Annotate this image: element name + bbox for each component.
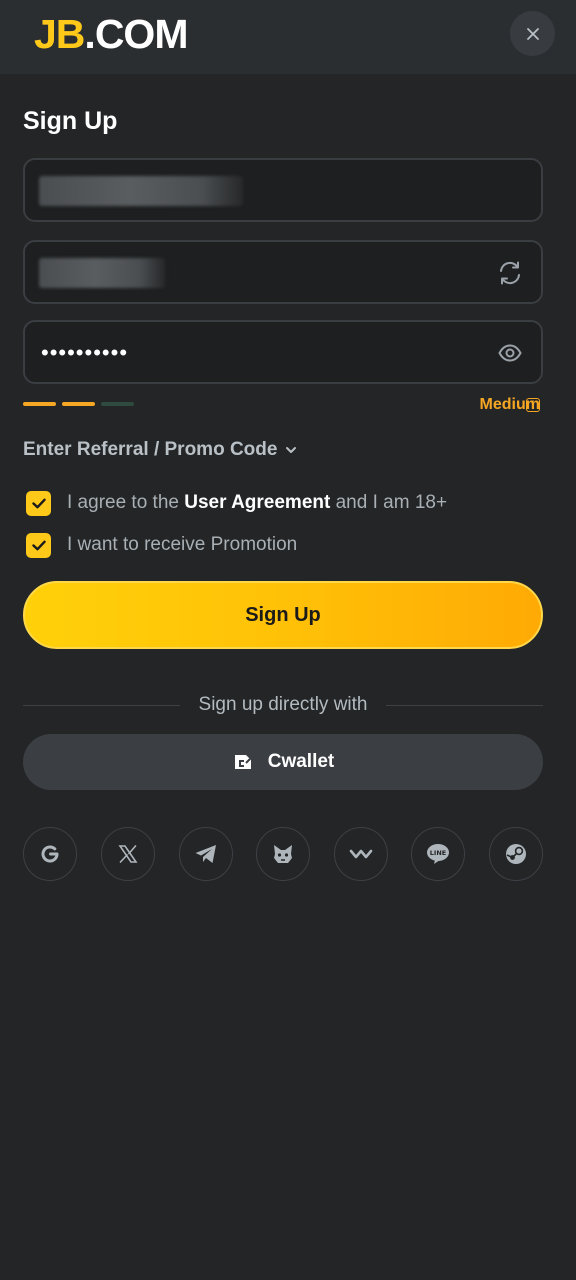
- agreement-checkbox[interactable]: [26, 490, 51, 516]
- line-icon: LINE: [427, 844, 449, 864]
- google-icon: [41, 845, 59, 863]
- walletconnect-icon: [349, 849, 373, 859]
- strength-segment-1: [23, 402, 56, 406]
- x-login-button[interactable]: [101, 827, 155, 881]
- cwallet-button[interactable]: Cwallet: [23, 734, 543, 790]
- info-icon[interactable]: i: [526, 398, 540, 412]
- password-field[interactable]: ••••••••••: [23, 320, 543, 384]
- promotion-label: I want to receive Promotion: [67, 534, 298, 555]
- metamask-login-button[interactable]: [256, 827, 310, 881]
- steam-icon: [506, 844, 526, 864]
- agreement-text: I agree to the User Agreement and I am 1…: [67, 491, 447, 515]
- email-field[interactable]: [23, 158, 543, 222]
- promotion-checkbox[interactable]: [26, 532, 51, 558]
- jb-logo[interactable]: JB.COM: [34, 11, 188, 57]
- close-button[interactable]: [510, 11, 555, 56]
- eye-icon: [498, 344, 522, 362]
- x-twitter-icon: [118, 845, 138, 863]
- toggle-password-visibility[interactable]: [497, 340, 523, 366]
- social-divider-text: Sign up directly with: [198, 694, 368, 715]
- metamask-icon: [274, 845, 292, 863]
- page-title: Sign Up: [23, 107, 118, 135]
- chevron-down-icon: [286, 447, 297, 453]
- redacted-value: [39, 258, 165, 288]
- password-value: ••••••••••: [41, 340, 129, 365]
- strength-segment-2: [62, 402, 95, 406]
- checkmark-icon: [31, 498, 46, 508]
- close-icon: [526, 27, 539, 40]
- walletconnect-login-button[interactable]: [334, 827, 388, 881]
- svg-text:LINE: LINE: [430, 849, 446, 857]
- logo-com: .COM: [84, 11, 188, 57]
- referral-label: Enter Referral / Promo Code: [23, 439, 278, 460]
- top-bar: JB.COM: [0, 0, 576, 74]
- user-agreement-link[interactable]: User Agreement: [184, 492, 330, 513]
- line-login-button[interactable]: LINE: [411, 827, 465, 881]
- steam-login-button[interactable]: [489, 827, 543, 881]
- referral-toggle[interactable]: Enter Referral / Promo Code: [23, 439, 297, 461]
- logo-jb: JB: [34, 11, 85, 57]
- sign-up-button[interactable]: Sign Up: [23, 581, 543, 649]
- agreement-prefix: I agree to the: [67, 492, 185, 513]
- promotion-row: I want to receive Promotion: [26, 532, 297, 558]
- account-field[interactable]: [23, 240, 543, 304]
- checkmark-icon: [31, 540, 46, 550]
- telegram-login-button[interactable]: [179, 827, 233, 881]
- agreement-row: I agree to the User Agreement and I am 1…: [26, 490, 447, 516]
- refresh-icon: [500, 261, 520, 285]
- refresh-button[interactable]: [497, 260, 523, 286]
- redacted-value: [39, 176, 243, 206]
- strength-segment-3: [101, 402, 134, 406]
- cwallet-icon: [234, 755, 251, 769]
- telegram-icon: [195, 845, 216, 863]
- agreement-suffix: and I am 18+: [330, 492, 448, 513]
- cwallet-label: Cwallet: [267, 751, 335, 772]
- google-login-button[interactable]: [23, 827, 77, 881]
